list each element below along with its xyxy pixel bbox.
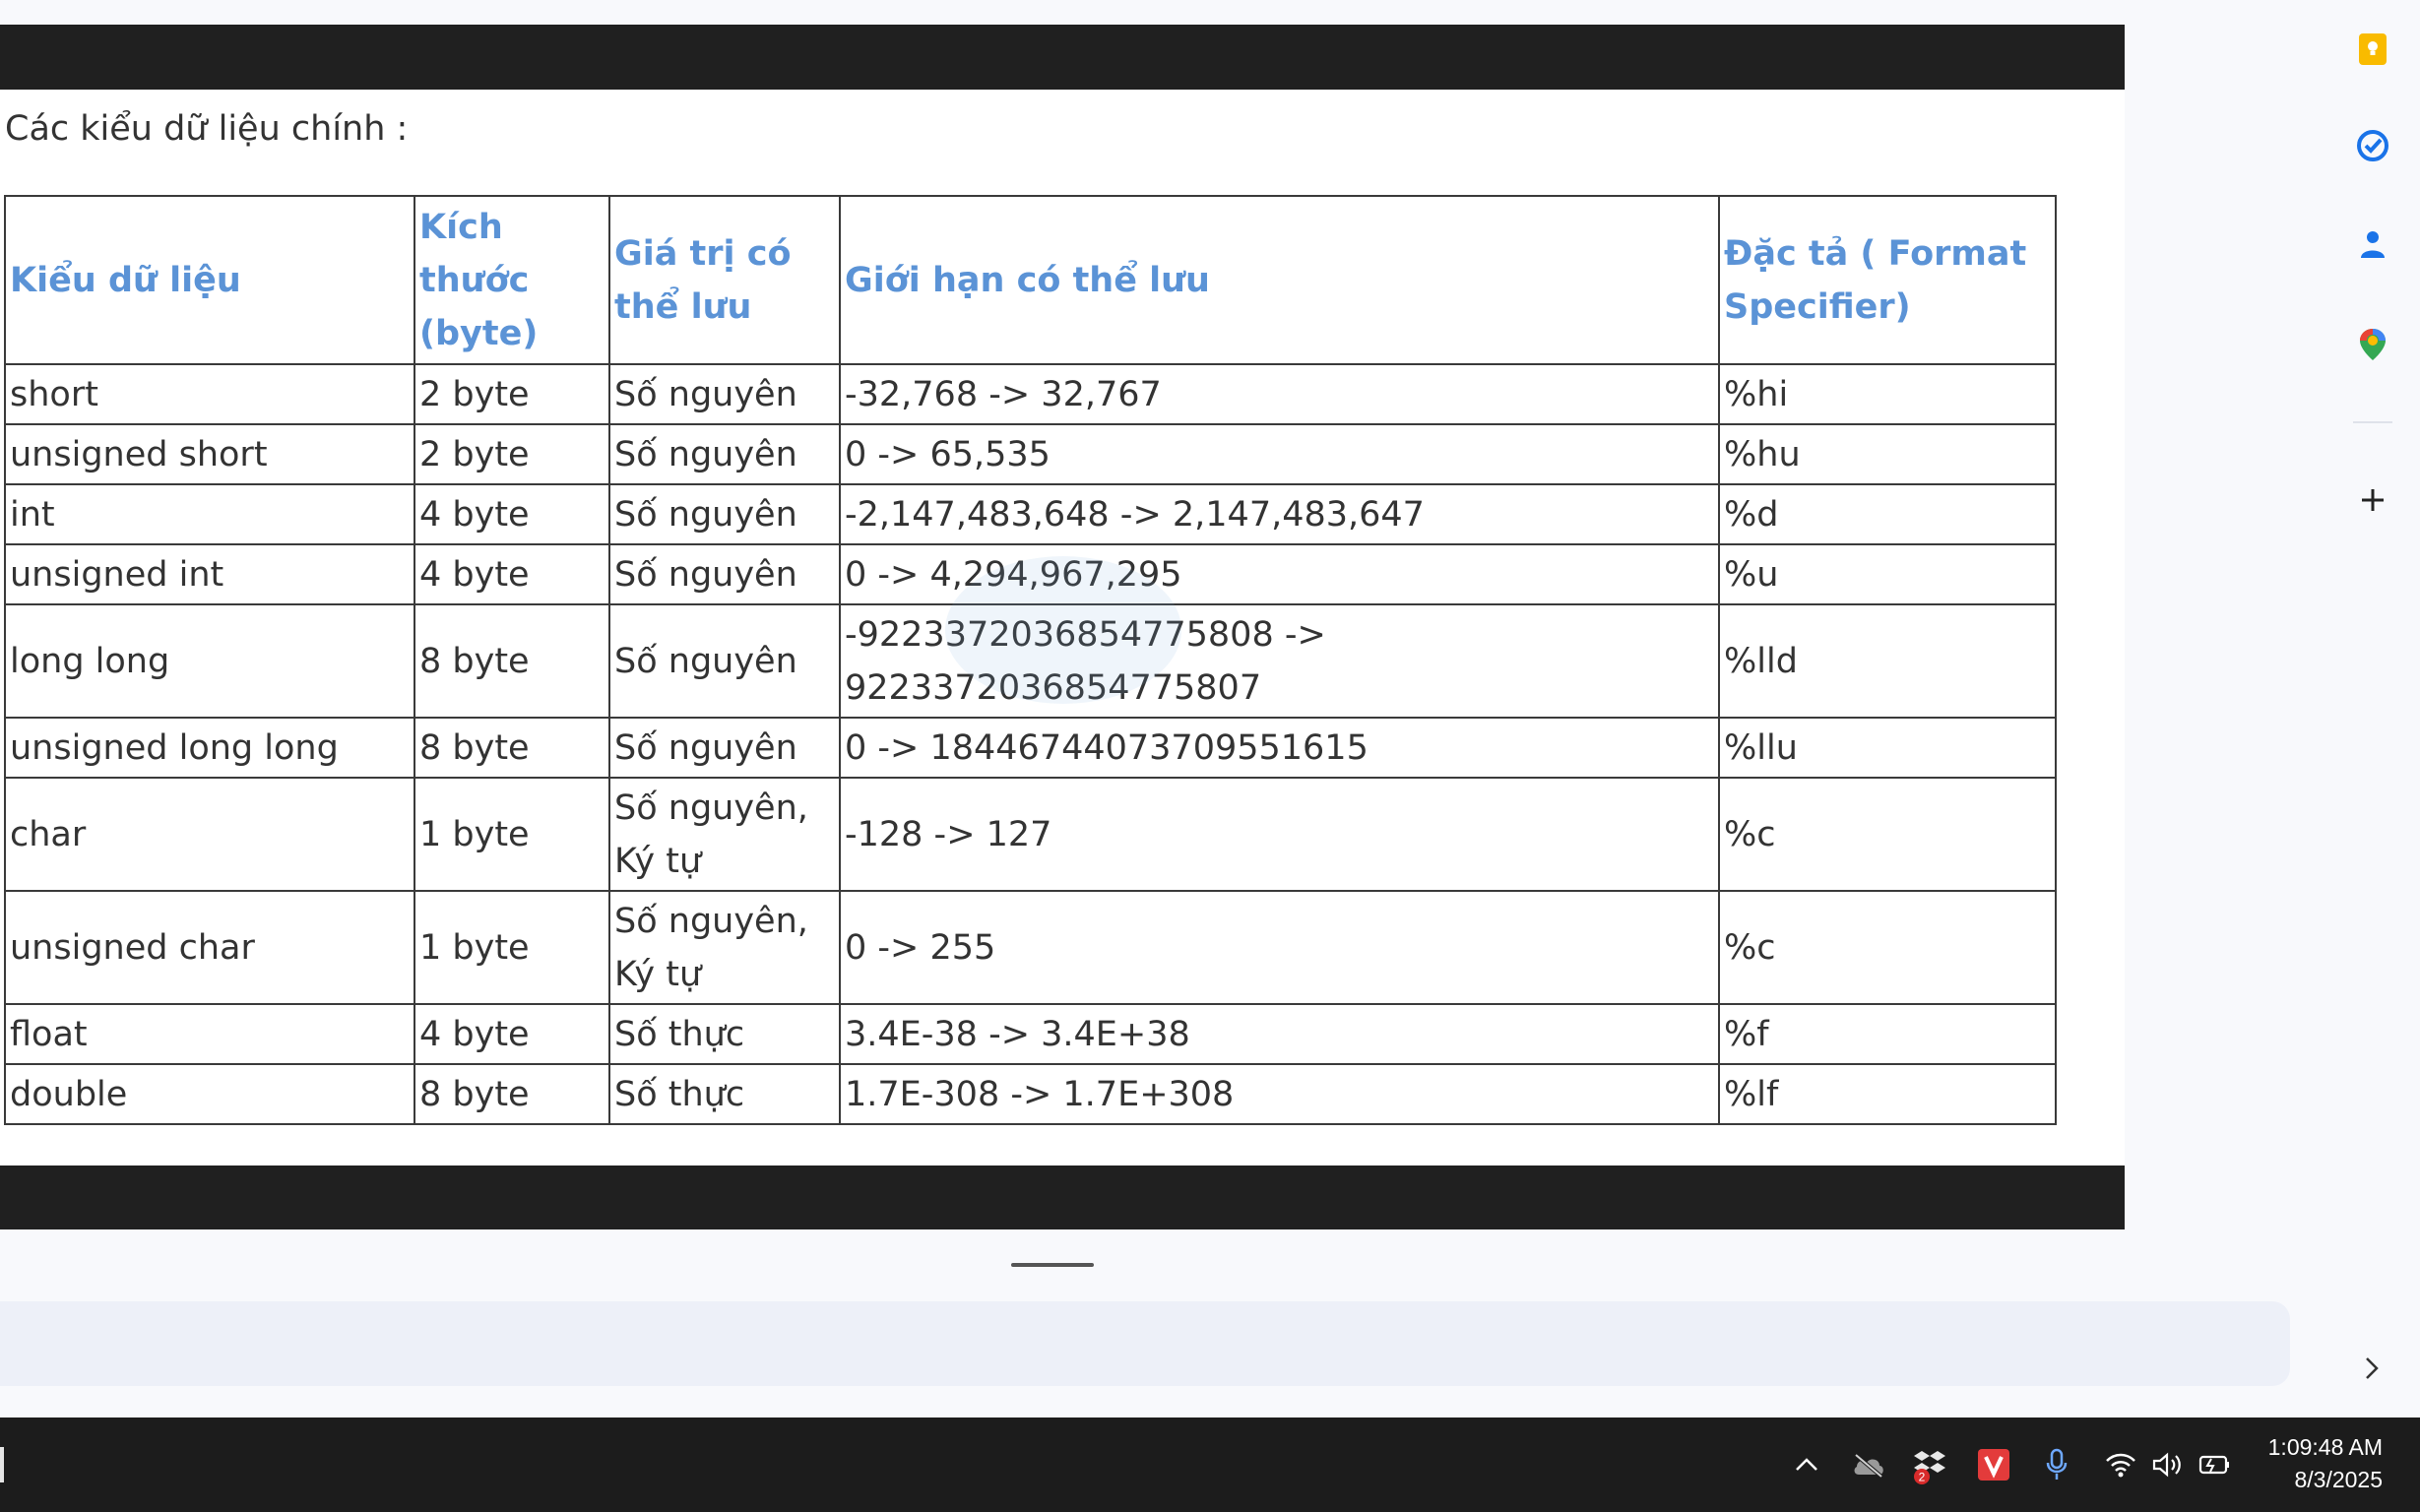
cell-format: %lld [1718, 603, 2057, 719]
cell-format: %f [1718, 1003, 2057, 1065]
cell-size: 4 byte [414, 483, 610, 545]
cell-format: %lf [1718, 1063, 2057, 1125]
tasks-icon[interactable] [2351, 124, 2394, 167]
battery-icon[interactable] [2194, 1443, 2237, 1486]
header-format-specifier: Đặc tả ( Format Specifier) [1718, 195, 2057, 365]
cell-type: float [4, 1003, 415, 1065]
side-panel [2333, 20, 2412, 532]
cell-value-kind: Số nguyên [608, 717, 841, 779]
cell-size: 4 byte [414, 1003, 610, 1065]
onedrive-offline-icon[interactable] [1847, 1443, 1890, 1486]
table-row: char 1 byte Số nguyên, Ký tự -128 -> 127… [4, 777, 2057, 892]
table-row: unsigned int 4 byte Số nguyên 0 -> 4,294… [4, 543, 2057, 605]
add-icon[interactable] [2351, 478, 2394, 522]
cell-value-kind: Số nguyên, Ký tự [608, 890, 841, 1005]
maps-icon[interactable] [2351, 323, 2394, 366]
document-frame: Các kiểu dữ liệu chính : Kiểu dữ liệu Kí… [0, 25, 2125, 1229]
resize-handle[interactable] [1011, 1263, 1094, 1267]
header-size: Kích thước (byte) [414, 195, 610, 365]
cell-type: char [4, 777, 415, 892]
table-header-row: Kiểu dữ liệu Kích thước (byte) Giá trị c… [4, 195, 2057, 365]
cell-format: %d [1718, 483, 2057, 545]
intro-text: Các kiểu dữ liệu chính : [5, 109, 409, 149]
cell-format: %c [1718, 890, 2057, 1005]
cell-type: unsigned int [4, 543, 415, 605]
cell-type: unsigned char [4, 890, 415, 1005]
cell-type: short [4, 363, 415, 425]
cell-range: -32,768 -> 32,767 [839, 363, 1720, 425]
cell-type: unsigned long long [4, 717, 415, 779]
cell-size: 1 byte [414, 777, 610, 892]
cell-type: long long [4, 603, 415, 719]
cell-value-kind: Số nguyên, Ký tự [608, 777, 841, 892]
cell-size: 8 byte [414, 603, 610, 719]
chevron-right-icon[interactable] [2357, 1349, 2387, 1388]
dropbox-icon[interactable]: 2 [1908, 1443, 1951, 1486]
taskbar-left-edge [0, 1447, 4, 1482]
cell-format: %hi [1718, 363, 2057, 425]
table-row: float 4 byte Số thực 3.4E-38 -> 3.4E+38 … [4, 1003, 2057, 1065]
cell-value-kind: Số nguyên [608, 483, 841, 545]
prompt-input-area[interactable] [0, 1301, 2290, 1386]
cell-type: double [4, 1063, 415, 1125]
cell-range: -128 -> 127 [839, 777, 1720, 892]
volume-icon[interactable] [2146, 1443, 2190, 1486]
table-row: int 4 byte Số nguyên -2,147,483,648 -> 2… [4, 483, 2057, 545]
cell-value-kind: Số nguyên [608, 423, 841, 485]
microphone-icon[interactable] [2035, 1443, 2078, 1486]
cell-value-kind: Số nguyên [608, 543, 841, 605]
cell-size: 8 byte [414, 1063, 610, 1125]
table-row: double 8 byte Số thực 1.7E-308 -> 1.7E+3… [4, 1063, 2057, 1125]
cell-size: 2 byte [414, 423, 610, 485]
taskbar-clock[interactable]: 1:09:48 AM 8/3/2025 [2268, 1431, 2383, 1496]
screen: Các kiểu dữ liệu chính : Kiểu dữ liệu Kí… [0, 0, 2420, 1512]
contacts-icon[interactable] [2351, 222, 2394, 266]
cell-size: 8 byte [414, 717, 610, 779]
table-row: unsigned short 2 byte Số nguyên 0 -> 65,… [4, 423, 2057, 485]
cell-value-kind: Số thực [608, 1063, 841, 1125]
cell-type: int [4, 483, 415, 545]
cell-value-kind: Số nguyên [608, 603, 841, 719]
table-row: unsigned char 1 byte Số nguyên, Ký tự 0 … [4, 890, 2057, 1005]
cell-range: 0 -> 4,294,967,295 [839, 543, 1720, 605]
clock-time: 1:09:48 AM [2267, 1434, 2383, 1460]
cell-range: 0 -> 18446744073709551615 [839, 717, 1720, 779]
cell-range: -2,147,483,648 -> 2,147,483,647 [839, 483, 1720, 545]
clock-date: 8/3/2025 [2294, 1467, 2383, 1492]
cell-size: 1 byte [414, 890, 610, 1005]
cell-format: %llu [1718, 717, 2057, 779]
header-value-kind: Giá trị có thể lưu [608, 195, 841, 365]
cell-format: %hu [1718, 423, 2057, 485]
cell-type: unsigned short [4, 423, 415, 485]
cell-range: 1.7E-308 -> 1.7E+308 [839, 1063, 1720, 1125]
document-top-bar [0, 25, 2125, 90]
cell-range: 3.4E-38 -> 3.4E+38 [839, 1003, 1720, 1065]
side-panel-divider [2353, 421, 2392, 423]
taskbar: 2 1:09:48 AM 8/3/2025 [0, 1418, 2420, 1512]
keep-notes-icon[interactable] [2351, 28, 2394, 71]
data-types-table: Kiểu dữ liệu Kích thước (byte) Giá trị c… [4, 195, 2057, 1125]
document-bottom-bar [0, 1166, 2125, 1229]
table-row: short 2 byte Số nguyên -32,768 -> 32,767… [4, 363, 2057, 425]
cell-size: 4 byte [414, 543, 610, 605]
cell-range: 0 -> 255 [839, 890, 1720, 1005]
header-data-type: Kiểu dữ liệu [4, 195, 415, 365]
vivaldi-icon[interactable] [1972, 1443, 2015, 1486]
chevron-up-icon[interactable] [1785, 1443, 1828, 1486]
cell-value-kind: Số nguyên [608, 363, 841, 425]
cell-format: %u [1718, 543, 2057, 605]
cell-range: -9223372036854775808 -> 9223372036854775… [839, 603, 1720, 719]
cell-size: 2 byte [414, 363, 610, 425]
wifi-icon[interactable] [2099, 1443, 2142, 1486]
header-range: Giới hạn có thể lưu [839, 195, 1720, 365]
table-row: long long 8 byte Số nguyên -922337203685… [4, 603, 2057, 719]
cell-value-kind: Số thực [608, 1003, 841, 1065]
cell-range: 0 -> 65,535 [839, 423, 1720, 485]
table-row: unsigned long long 8 byte Số nguyên 0 ->… [4, 717, 2057, 779]
dropbox-badge: 2 [1919, 1471, 1926, 1484]
cell-format: %c [1718, 777, 2057, 892]
